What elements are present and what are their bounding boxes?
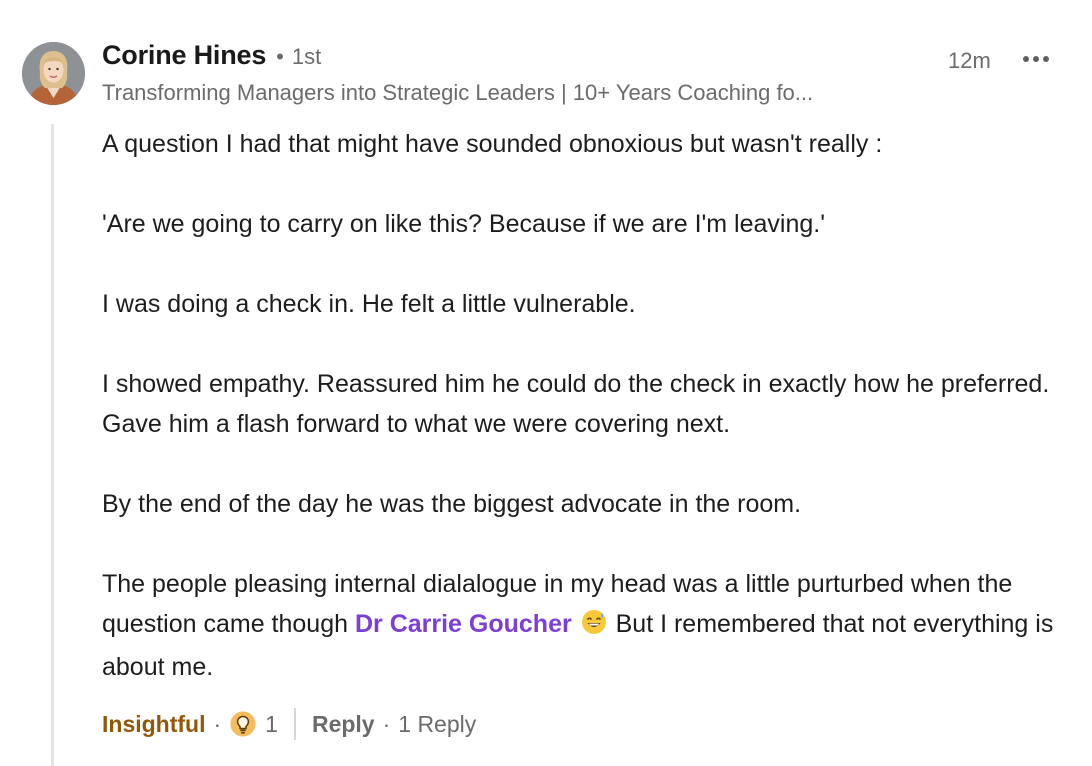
avatar-photo	[22, 42, 85, 105]
comment-paragraph: I was doing a check in. He felt a little…	[102, 290, 636, 318]
comment-paragraph-with-mention: The people pleasing internal dialalogue …	[102, 564, 1077, 687]
lightbulb-icon[interactable]	[229, 710, 257, 738]
grinning-sweat-emoji	[581, 607, 607, 647]
comment-paragraph: I showed empathy. Reassured him he could…	[102, 370, 1050, 438]
reply-button[interactable]: Reply	[312, 711, 375, 738]
separator-dot: ·	[382, 710, 391, 737]
avatar[interactable]	[22, 42, 85, 105]
name-row: Corine Hines • 1st	[102, 40, 1062, 80]
reaction-count[interactable]: 1	[265, 711, 278, 738]
ellipsis-icon	[1023, 56, 1049, 62]
author-name[interactable]: Corine Hines	[102, 40, 266, 71]
comment-body: A question I had that might have sounded…	[102, 124, 1077, 687]
reply-count-link[interactable]: 1 Reply	[398, 711, 476, 738]
separator-dot: ·	[213, 710, 222, 737]
comment-paragraph: A question I had that might have sounded…	[102, 130, 883, 158]
thread-line	[51, 124, 54, 766]
connection-degree: 1st	[291, 44, 322, 69]
insightful-reaction-button[interactable]: Insightful	[102, 711, 205, 738]
comment-actions: Insightful · 1 Reply · 1 Reply	[102, 704, 476, 744]
separator-dot: •	[276, 44, 284, 69]
mention-link[interactable]: Dr Carrie Goucher	[355, 610, 572, 638]
more-options-button[interactable]	[1020, 46, 1052, 72]
timestamp: 12m	[948, 48, 991, 73]
comment-paragraph: 'Are we going to carry on like this? Bec…	[102, 210, 825, 238]
author-headline[interactable]: Transforming Managers into Strategic Lea…	[102, 80, 917, 106]
action-divider	[293, 708, 296, 740]
comment-paragraph: By the end of the day he was the biggest…	[102, 490, 802, 518]
comment-header: Corine Hines • 1st 12m Transforming Mana…	[102, 40, 1062, 106]
